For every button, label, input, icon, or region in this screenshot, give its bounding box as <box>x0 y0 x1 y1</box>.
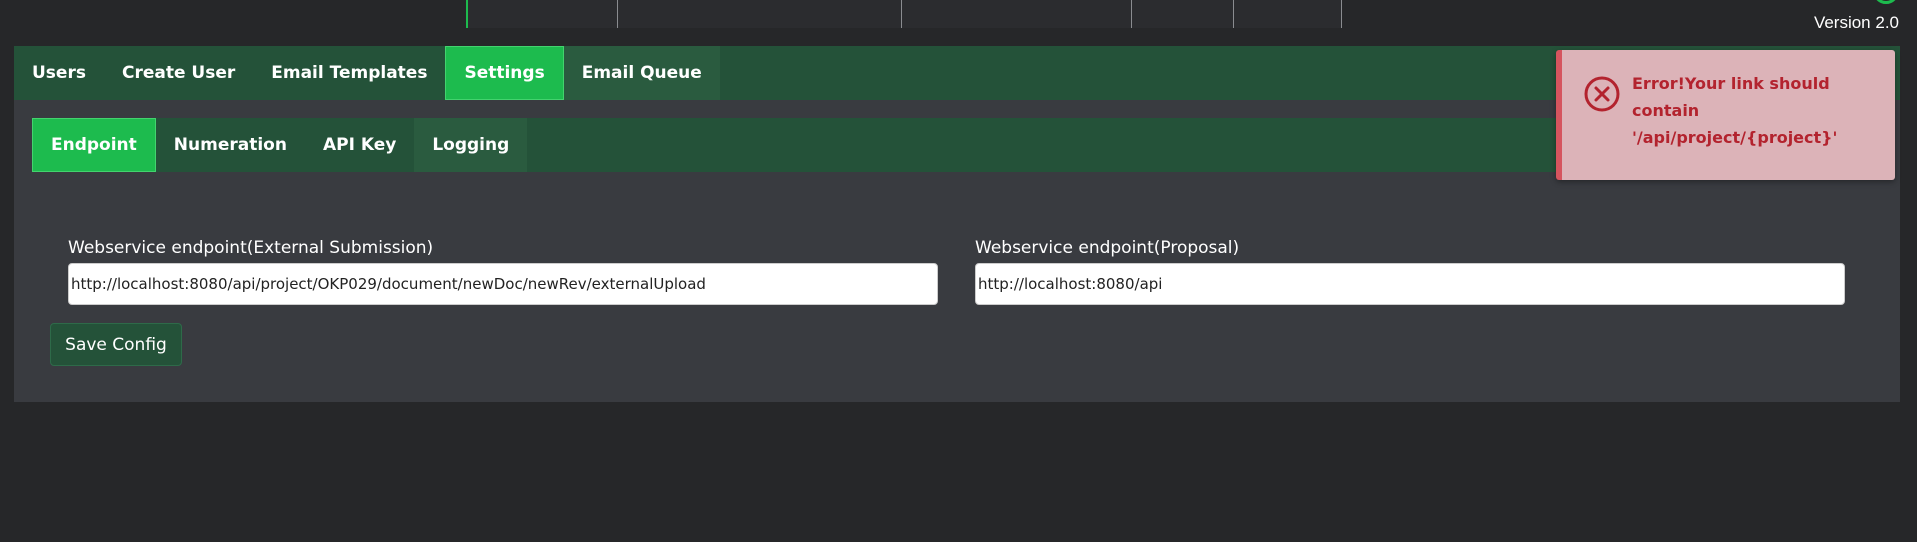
subtab-numeration[interactable]: Numeration <box>156 118 305 172</box>
top-nav-item[interactable] <box>466 0 618 28</box>
save-config-button[interactable]: Save Config <box>50 323 182 366</box>
proposal-endpoint-input[interactable]: http://localhost:8080/api <box>975 263 1845 305</box>
proposal-endpoint-label: Webservice endpoint(Proposal) <box>975 238 1240 258</box>
tab-users[interactable]: Users <box>14 46 104 100</box>
tab-email-templates[interactable]: Email Templates <box>253 46 445 100</box>
tab-settings[interactable]: Settings <box>445 46 564 100</box>
external-endpoint-field: Webservice endpoint(External Submission)… <box>68 238 938 305</box>
logo-icon <box>1873 0 1899 4</box>
error-toast[interactable]: Error!Your link should contain '/api/pro… <box>1556 50 1895 180</box>
close-circle-icon <box>1584 76 1620 112</box>
proposal-endpoint-field: Webservice endpoint(Proposal) http://loc… <box>975 238 1845 305</box>
subtab-logging[interactable]: Logging <box>414 118 528 172</box>
tab-email-queue[interactable]: Email Queue <box>563 46 720 100</box>
top-nav-item[interactable] <box>902 0 1132 28</box>
top-bar: Version 2.0 <box>0 0 1917 32</box>
version-label: Version 2.0 <box>1813 13 1899 32</box>
subtab-endpoint[interactable]: Endpoint <box>32 118 156 172</box>
external-endpoint-label: Webservice endpoint(External Submission) <box>68 238 434 258</box>
tab-create-user[interactable]: Create User <box>104 46 253 100</box>
toast-message: Error!Your link should contain '/api/pro… <box>1632 74 1838 147</box>
external-endpoint-input[interactable]: http://localhost:8080/api/project/OKP029… <box>68 263 938 305</box>
top-nav <box>466 0 1342 28</box>
subtab-api-key[interactable]: API Key <box>305 118 414 172</box>
top-nav-item[interactable] <box>618 0 902 28</box>
top-nav-item[interactable] <box>1234 0 1342 28</box>
top-nav-item[interactable] <box>1132 0 1234 28</box>
